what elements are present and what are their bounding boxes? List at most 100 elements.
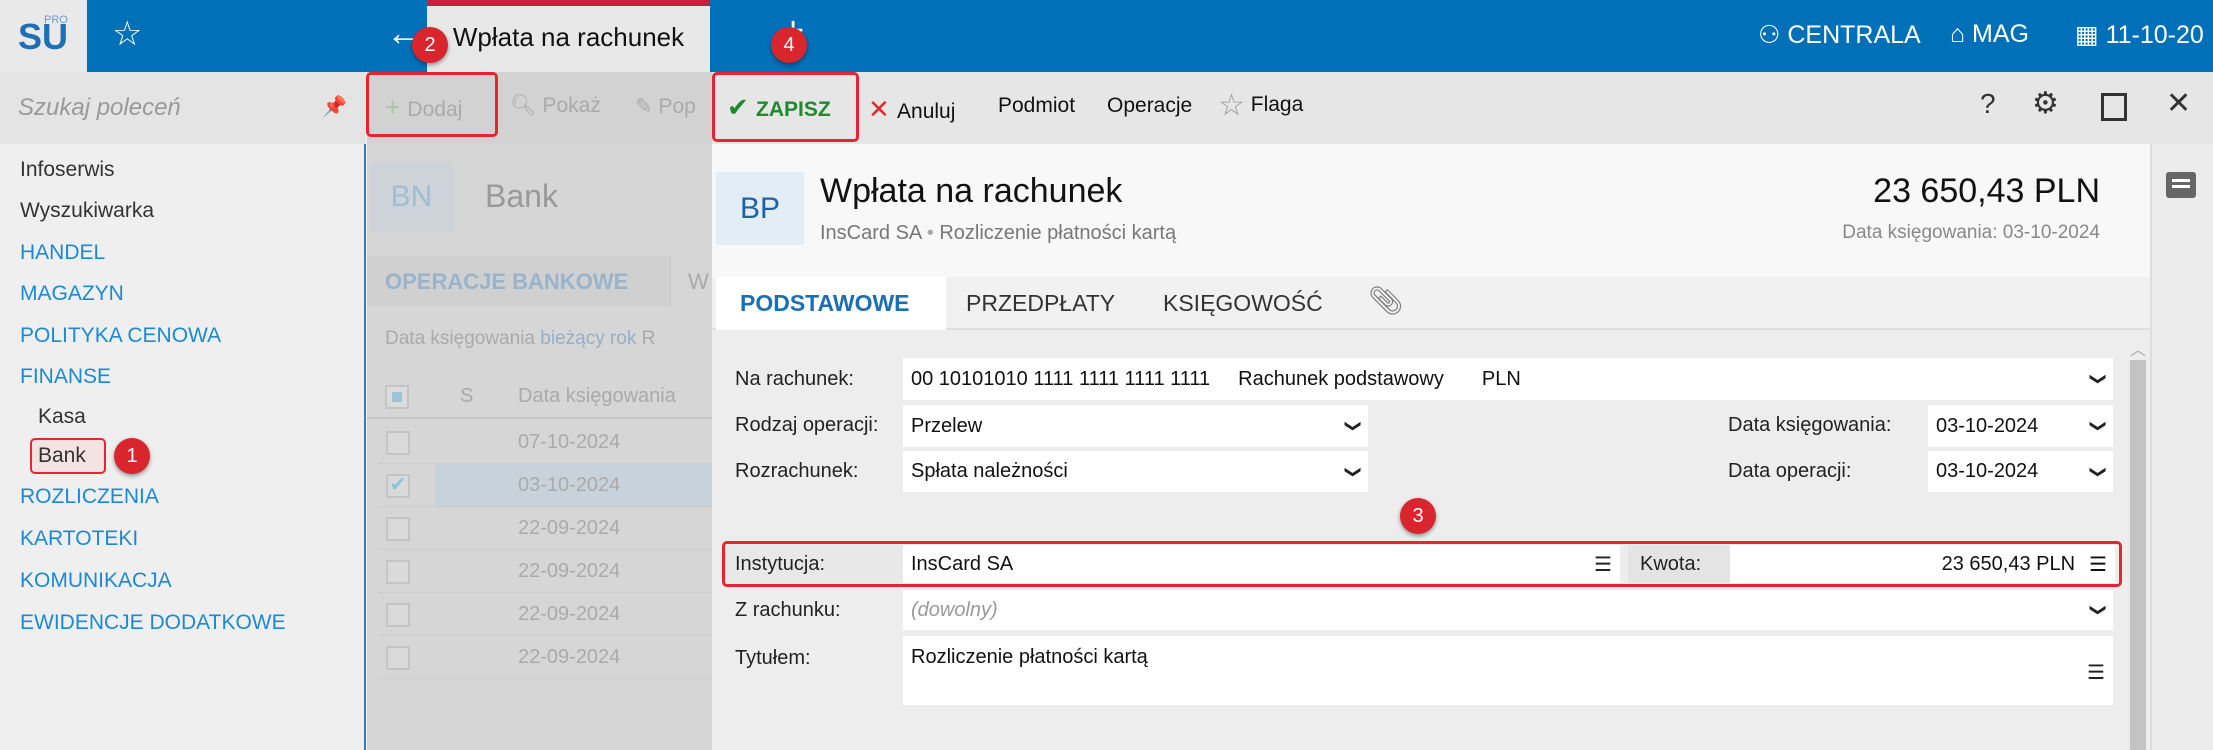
warehouse-selector[interactable]: ⌂ MAG — [1950, 20, 2029, 49]
favorites-star-icon[interactable]: ☆ — [112, 14, 142, 54]
filter-more: R — [641, 328, 656, 349]
command-search-input[interactable]: Szukaj poleceń — [0, 72, 366, 144]
select-all-checkbox[interactable] — [385, 385, 409, 409]
annotation-badge-3: 3 — [1400, 498, 1436, 534]
chevron-down-icon: ❯ — [2089, 464, 2107, 479]
highlight-save — [712, 72, 859, 142]
table-row[interactable]: 22-09-2024 — [378, 636, 712, 679]
separator: • — [926, 222, 934, 244]
filter-value[interactable]: bieżący rok — [540, 328, 636, 349]
operation-date-label: Data operacji: — [1728, 460, 1852, 482]
row-date: 03-10-2024 — [518, 474, 621, 496]
table-row[interactable]: ✔ 03-10-2024 — [378, 464, 712, 507]
sidebar-item-polityka-cenowa[interactable]: POLITYKA CENOWA — [20, 324, 221, 348]
date-filter[interactable]: Data księgowania bieżący rok R — [385, 328, 712, 350]
highlight-add — [366, 72, 498, 137]
sidebar-item-komunikacja[interactable]: KOMUNIKACJA — [20, 569, 172, 593]
row-checkbox[interactable] — [386, 431, 410, 455]
logo-pro: PRO — [44, 14, 68, 26]
row-checkbox[interactable] — [386, 646, 410, 670]
document-subtitle: InsCard SA • Rozliczenie płatności kartą — [820, 222, 1176, 245]
side-panel-strip — [2150, 144, 2213, 750]
sidebar-item-wyszukiwarka[interactable]: Wyszukiwarka — [20, 199, 154, 223]
subject-name[interactable]: InsCard SA — [820, 222, 921, 244]
sidebar-item-bank[interactable]: Bank — [38, 444, 86, 468]
sidebar-item-ewidencje-dodatkowe[interactable]: EWIDENCJE DODATKOWE — [20, 611, 286, 635]
flag-button[interactable]: ☆ Flaga — [1218, 88, 1303, 123]
subject-button[interactable]: Podmiot — [998, 94, 1075, 118]
operation-date-input[interactable]: 03-10-2024 ❯ — [1928, 451, 2113, 492]
document-amount: 23 650,43 PLN — [1873, 172, 2100, 210]
menu-lines-icon[interactable]: ☰ — [2087, 660, 2105, 685]
attachment-paperclip-icon[interactable]: 📎︎ — [1368, 284, 1404, 317]
account-select[interactable]: 00 10101010 1111 1111 1111 1111 Rachunek … — [903, 358, 2113, 400]
row-checkbox[interactable] — [386, 603, 410, 627]
document-posting-date: Data księgowania: 03-10-2024 — [1842, 222, 2100, 243]
tab-przedplaty[interactable]: PRZEDPŁATY — [966, 290, 1115, 317]
row-checkbox[interactable]: ✔ — [386, 474, 410, 498]
sidebar-item-kasa[interactable]: Kasa — [38, 405, 86, 429]
show-button[interactable]: 🔍︎ Pokaż — [510, 94, 601, 118]
row-checkbox[interactable] — [386, 560, 410, 584]
help-icon[interactable]: ? — [1980, 88, 1996, 120]
tab-podstawowe[interactable]: PODSTAWOWE — [740, 290, 910, 317]
account-name: Rachunek podstawowy — [1238, 367, 1444, 390]
posting-date-input[interactable]: 03-10-2024 ❯ — [1928, 405, 2113, 447]
sidebar-item-rozliczenia[interactable]: ROZLICZENIA — [20, 485, 159, 509]
scrollbar[interactable]: ︿ — [2128, 336, 2148, 750]
operation-type-select[interactable]: Przelew ❯ — [903, 405, 1368, 447]
table-header: S Data księgowania — [367, 375, 712, 419]
document-type-badge: BP — [716, 172, 804, 245]
row-checkbox[interactable] — [386, 517, 410, 541]
column-data-ksiegowania[interactable]: Data księgowania — [518, 385, 676, 408]
chevron-down-icon: ❯ — [2089, 419, 2107, 433]
cancel-label: Anuluj — [897, 100, 956, 123]
close-icon[interactable]: ✕ — [2166, 86, 2191, 121]
sidebar-item-magazyn[interactable]: MAGAZYN — [20, 282, 124, 306]
sidebar-item-kartoteki[interactable]: KARTOTEKI — [20, 527, 138, 551]
settlement-name: Rozliczenie płatności kartą — [939, 222, 1177, 244]
edit-label: Pop — [658, 95, 696, 118]
date-selector[interactable]: ▦ 11-10-20 — [2075, 20, 2204, 50]
close-x-icon: ✕ — [868, 94, 898, 124]
scrollbar-thumb[interactable] — [2130, 360, 2146, 750]
annotation-badge-2: 2 — [412, 27, 448, 63]
from-account-select[interactable]: (dowolny) ❯ — [903, 590, 2113, 630]
annotation-badge-1: 1 — [114, 438, 150, 474]
cancel-button[interactable]: ✕ Anuluj — [868, 94, 955, 125]
tab-wplata-na-rachunek[interactable]: Wpłata na rachunek — [427, 0, 710, 72]
row-date: 22-09-2024 — [518, 560, 621, 582]
app-logo[interactable]: SU PRO — [0, 0, 87, 72]
warehouse-icon: ⌂ — [1950, 20, 1973, 48]
sidebar-item-finanse[interactable]: FINANSE — [20, 365, 111, 389]
table-row[interactable]: 22-09-2024 — [378, 593, 712, 636]
brush-icon: ✎ — [635, 95, 659, 118]
tab-w[interactable]: W — [688, 269, 709, 295]
branch-icon: ⚇ — [1758, 21, 1788, 49]
row-date: 22-09-2024 — [518, 517, 621, 539]
sidebar-item-infoserwis[interactable]: Infoserwis — [20, 158, 115, 182]
chevron-down-icon: ❯ — [1344, 419, 1362, 433]
comment-icon[interactable] — [2166, 172, 2196, 198]
column-s[interactable]: S — [460, 385, 473, 408]
branch-selector[interactable]: ⚇ CENTRALA — [1758, 20, 1921, 50]
tab-operacje-bankowe[interactable]: OPERACJE BANKOWE — [367, 256, 671, 306]
settlement-select[interactable]: Spłata należności ❯ — [903, 451, 1368, 492]
row-date: 22-09-2024 — [518, 603, 621, 625]
scroll-up-icon[interactable]: ︿ — [2128, 336, 2148, 360]
tab-ksiegowosc[interactable]: KSIĘGOWOŚĆ — [1163, 290, 1323, 317]
table-row[interactable]: 22-09-2024 — [378, 507, 712, 550]
pin-icon[interactable]: 📌 — [322, 94, 347, 119]
table-row[interactable]: 22-09-2024 — [378, 550, 712, 593]
annotation-badge-4: 4 — [771, 27, 807, 63]
posting-date-value: 03-10-2024 — [1936, 414, 2039, 437]
edit-button[interactable]: ✎ Pop — [635, 94, 712, 119]
operation-date-value: 03-10-2024 — [1936, 460, 2039, 482]
sidebar-item-handel[interactable]: HANDEL — [20, 241, 105, 265]
maximize-icon[interactable] — [2101, 93, 2127, 121]
table-row[interactable]: 07-10-2024 — [378, 421, 712, 464]
title-textarea[interactable]: Rozliczenie płatności kartą ☰ — [903, 636, 2113, 705]
operations-button[interactable]: Operacje — [1107, 94, 1192, 118]
gear-icon[interactable]: ⚙ — [2032, 86, 2059, 121]
flag-label: Flaga — [1250, 93, 1304, 116]
